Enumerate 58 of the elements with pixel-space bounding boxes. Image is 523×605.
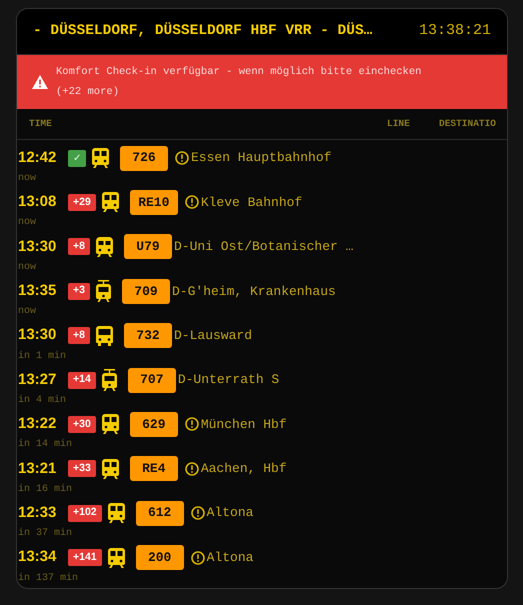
warning-icon bbox=[32, 74, 48, 89]
eta-text: in 137 min bbox=[17, 572, 80, 586]
departure-time: 12:33 bbox=[18, 502, 58, 523]
eta-text: in 16 min bbox=[17, 482, 74, 497]
departure-time: 13:22 bbox=[18, 414, 58, 434]
delay-badge: +3 bbox=[68, 282, 90, 300]
column-header: TIME bbox=[29, 116, 52, 131]
line-badge: 707 bbox=[128, 368, 176, 393]
clock: 13:38:21 bbox=[418, 21, 491, 42]
destination: Altona bbox=[206, 504, 254, 522]
departure-time: 13:08 bbox=[18, 192, 58, 212]
destination: Kleve Bahnhof bbox=[200, 194, 302, 212]
destination: D-Uni Ost/Botanischer … bbox=[174, 238, 354, 256]
line-badge: 200 bbox=[136, 545, 184, 570]
line-badge: 732 bbox=[124, 323, 172, 348]
delay-badge: +8 bbox=[68, 327, 90, 344]
destination: D-G'heim, Krankenhaus bbox=[172, 282, 336, 300]
delay-badge: +8 bbox=[68, 238, 90, 256]
departure-time: 13:30 bbox=[18, 325, 58, 346]
line-badge: RE10 bbox=[130, 190, 178, 215]
column-header: LINE bbox=[387, 116, 410, 131]
on-time-badge: ✓ bbox=[68, 150, 86, 167]
departure-time: 13:35 bbox=[18, 281, 58, 301]
line-badge: 709 bbox=[122, 278, 170, 304]
departure-time: 13:27 bbox=[18, 370, 58, 390]
eta-text: in 37 min bbox=[17, 527, 74, 542]
delay-badge: +141 bbox=[68, 549, 102, 566]
delay-badge: +29 bbox=[68, 194, 96, 211]
line-badge: 629 bbox=[130, 412, 178, 437]
departure-time: 13:30 bbox=[18, 236, 58, 257]
destination: Altona bbox=[206, 548, 254, 567]
line-badge: 612 bbox=[136, 500, 184, 526]
departure-time: 13:34 bbox=[18, 547, 58, 568]
eta-text: now bbox=[17, 216, 38, 230]
eta-text: in 1 min bbox=[17, 350, 68, 364]
delay-badge: +33 bbox=[68, 460, 96, 478]
line-badge: U79 bbox=[124, 234, 172, 260]
eta-text: now bbox=[17, 172, 38, 186]
eta-text: now bbox=[17, 260, 38, 275]
line-badge: 726 bbox=[120, 146, 168, 171]
delay-badge: +102 bbox=[68, 504, 102, 522]
station-title: - DÜSSELDORF, DÜSSELDORF HBF VRR - DÜS… bbox=[33, 21, 372, 41]
eta-text: in 4 min bbox=[17, 394, 68, 408]
line-badge: RE4 bbox=[130, 456, 178, 482]
departure-time: 12:42 bbox=[18, 148, 58, 168]
eta-text: now bbox=[17, 305, 38, 320]
destination: Aachen, Hbf bbox=[200, 460, 287, 478]
destination: D-Lausward bbox=[174, 326, 252, 345]
destination: Essen Hauptbahnhof bbox=[191, 149, 332, 168]
delay-badge: +14 bbox=[68, 372, 96, 389]
more-alerts-link[interactable]: (+22 more) bbox=[56, 82, 422, 102]
eta-text: in 14 min bbox=[17, 438, 74, 452]
destination: München Hbf bbox=[200, 416, 287, 434]
departure-time: 13:21 bbox=[18, 458, 58, 479]
destination: D-Unterrath S bbox=[178, 371, 280, 390]
alert-message: Komfort Check-in verfügbar - wenn möglich bitte einchecken bbox=[56, 64, 422, 80]
delay-badge: +30 bbox=[68, 416, 96, 433]
column-header: DESTINATIO bbox=[439, 116, 496, 131]
